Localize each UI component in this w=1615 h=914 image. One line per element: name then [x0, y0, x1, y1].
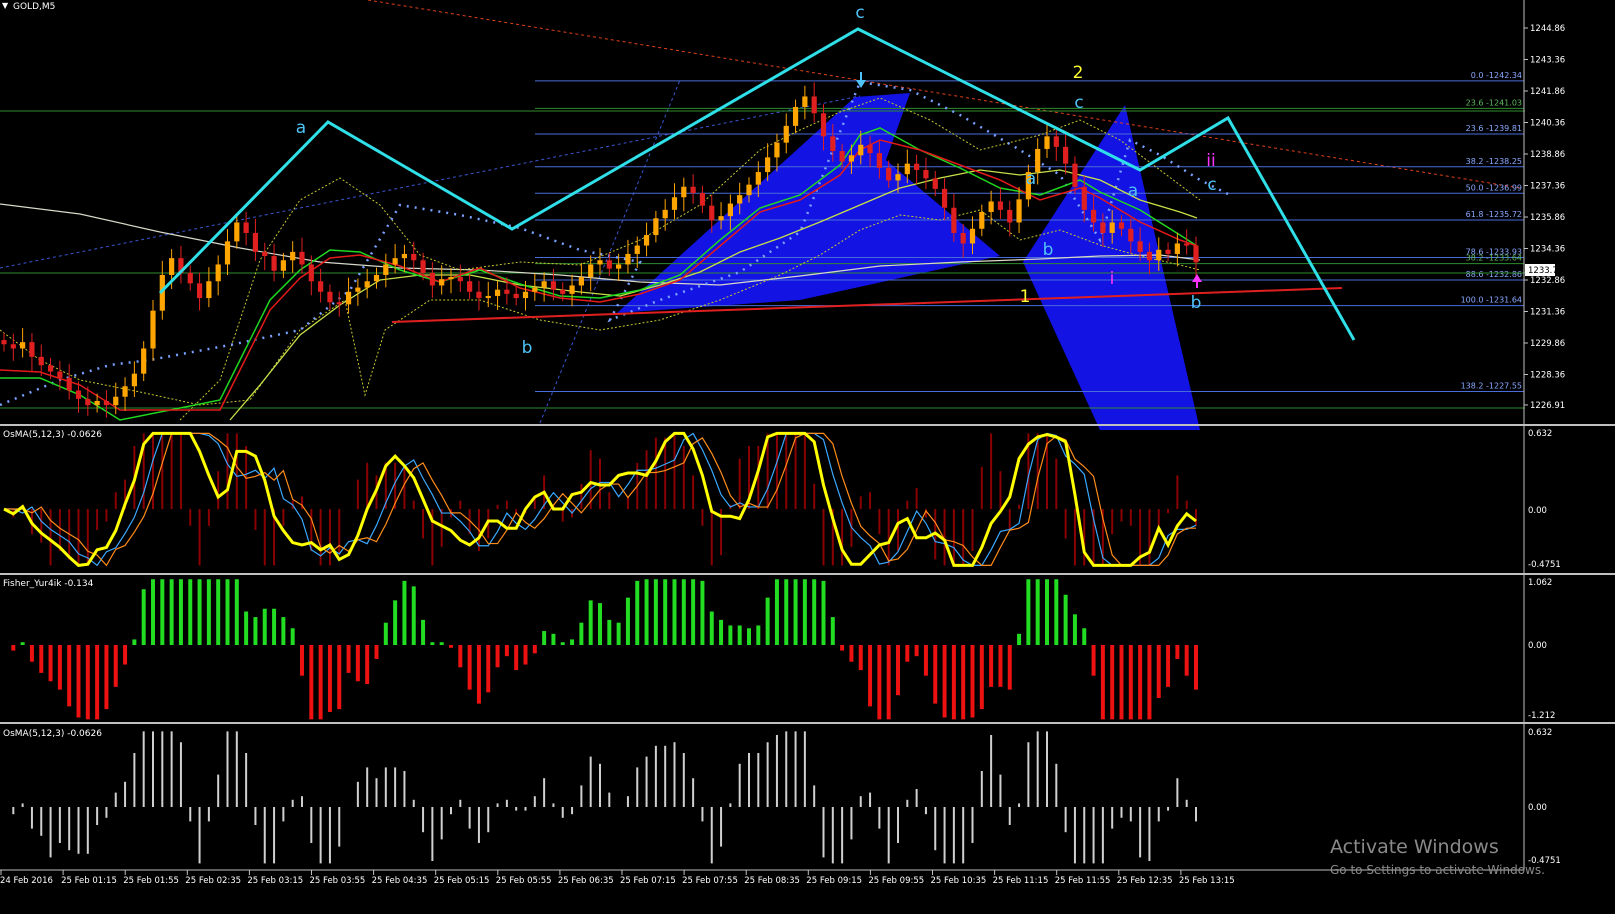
wave-label: c — [1207, 175, 1216, 195]
wave-label: b — [1043, 240, 1054, 260]
price-tick-label: 1229.86 — [1530, 339, 1565, 349]
time-tick-label: 25 Feb 11:15 — [993, 876, 1049, 886]
fib-level-label: 38.2 -1238.25 — [1466, 157, 1522, 166]
price-tick-label: 1237.36 — [1530, 182, 1565, 192]
price-tick-label: 1232.86 — [1530, 276, 1565, 286]
fisher-tick: 0.00 — [1528, 641, 1547, 651]
osma2-tick: 0.632 — [1528, 728, 1552, 738]
time-tick-label: 25 Feb 13:15 — [1179, 876, 1235, 886]
price-tick-label: 1228.36 — [1530, 371, 1565, 381]
wave-label: c — [855, 3, 864, 23]
chart-title: GOLD,M5 — [13, 2, 55, 12]
wave-label: b — [1191, 293, 1202, 313]
time-tick-label: 25 Feb 05:15 — [434, 876, 490, 886]
price-tick-label: 1238.86 — [1530, 150, 1565, 160]
time-tick-label: 25 Feb 10:35 — [931, 876, 987, 886]
current-price: 1233.77 — [1528, 266, 1563, 276]
fisher-tick: 1.062 — [1528, 578, 1552, 588]
time-tick-label: 25 Feb 09:55 — [868, 876, 924, 886]
fib-level-label: 100.0 -1231.64 — [1461, 296, 1522, 305]
time-tick-label: 25 Feb 01:15 — [61, 876, 117, 886]
fib-level-label: 23.6 -1239.81 — [1466, 124, 1522, 133]
price-tick-label: 1226.91 — [1530, 401, 1565, 411]
time-tick-label: 25 Feb 01:55 — [123, 876, 179, 886]
price-tick-label: 1244.86 — [1530, 24, 1565, 34]
wave-label: 1 — [1020, 287, 1031, 307]
fib-level-label: 38.2 -1233.64 — [1466, 254, 1522, 263]
time-tick-label: 25 Feb 04:35 — [372, 876, 428, 886]
fisher-tick: -1.212 — [1528, 711, 1555, 721]
osma1-tick: 0.00 — [1528, 506, 1547, 516]
time-tick-label: 25 Feb 11:55 — [1055, 876, 1111, 886]
panel-label: OsMA(5,12,3) -0.0626 — [3, 430, 102, 440]
price-tick-label: 1243.36 — [1530, 56, 1565, 66]
wave-label: c — [1074, 93, 1083, 113]
osma1-tick: -0.4751 — [1528, 560, 1561, 570]
time-tick-label: 25 Feb 09:15 — [806, 876, 862, 886]
fib-level-label: 88.6 -1232.86 — [1466, 270, 1522, 279]
wave-label: i — [1110, 269, 1115, 289]
fib-level-label: 138.2 -1227.55 — [1461, 382, 1522, 391]
time-tick-label: 25 Feb 07:15 — [620, 876, 676, 886]
fib-level-label: 23.6 -1241.03 — [1466, 98, 1522, 107]
time-tick-label: 25 Feb 03:55 — [310, 876, 366, 886]
price-tick-label: 1234.36 — [1530, 245, 1565, 255]
trading-chart[interactable]: 0.0 -1242.34 23.6 -1241.03 23.6 -1239.81 38… — [0, 0, 1615, 914]
fib-level-label: 0.0 -1242.34 — [1471, 71, 1522, 80]
activate-windows-title: Activate Windows — [1330, 836, 1499, 858]
fib-level-label: 61.8 -1235.72 — [1466, 210, 1522, 219]
fib-level-label: 50.0 -1236.99 — [1466, 183, 1522, 192]
time-tick-label: 25 Feb 03:15 — [247, 876, 303, 886]
time-tick-label: 24 Feb 2016 — [0, 876, 53, 886]
time-tick-label: 25 Feb 07:55 — [682, 876, 738, 886]
price-tick-label: 1231.36 — [1530, 308, 1565, 318]
price-tick-label: 1235.86 — [1530, 213, 1565, 223]
time-tick-label: 25 Feb 02:35 — [185, 876, 241, 886]
osma1-tick: 0.632 — [1528, 429, 1552, 439]
time-tick-label: 25 Feb 05:55 — [496, 876, 552, 886]
wave-label: a — [1026, 169, 1036, 189]
time-tick-label: 25 Feb 06:35 — [558, 876, 614, 886]
time-tick-label: 25 Feb 12:35 — [1117, 876, 1173, 886]
activate-windows-subtitle: Go to Settings to activate Windows. — [1330, 863, 1545, 877]
price-tick-label: 1241.86 — [1530, 87, 1565, 97]
panel-label: Fisher_Yur4ik -0.134 — [3, 579, 94, 589]
wave-label: 2 — [1073, 63, 1084, 83]
wave-label: a — [296, 118, 306, 138]
wave-label: a — [1128, 181, 1138, 201]
panel-label: OsMA(5,12,3) -0.0626 — [3, 729, 102, 739]
dropdown-arrow-icon[interactable]: ▼ — [2, 1, 9, 10]
wave-label: b — [522, 338, 533, 358]
wave-label: ii — [1206, 151, 1215, 171]
time-tick-label: 25 Feb 08:35 — [744, 876, 800, 886]
osma2-tick: 0.00 — [1528, 803, 1547, 813]
price-tick-label: 1240.36 — [1530, 119, 1565, 129]
